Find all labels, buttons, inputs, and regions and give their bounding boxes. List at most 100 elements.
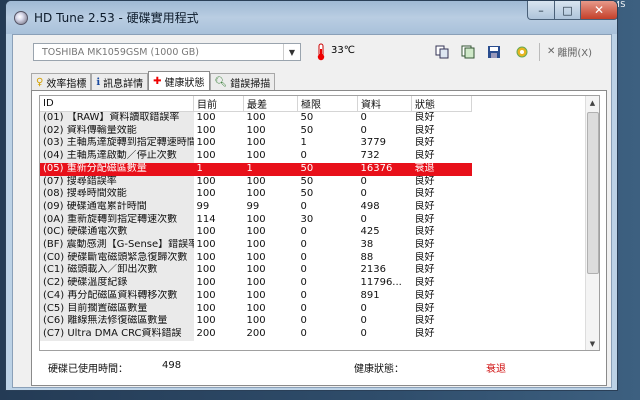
attr-data: 891: [360, 289, 380, 301]
scroll-down-icon[interactable]: ▼: [586, 337, 599, 350]
app-icon: [14, 11, 28, 25]
table-row[interactable]: (07) 搜尋錯誤率 100 100 50 0 良好: [40, 175, 472, 189]
col-header-threshold[interactable]: 極限: [297, 96, 358, 112]
attr-current: 100: [196, 289, 216, 301]
attr-status: 良好: [414, 213, 435, 225]
tab-health[interactable]: ✚ 健康狀態: [148, 71, 210, 90]
table-row[interactable]: (C0) 硬碟斷電磁頭緊急復歸次數 100 100 0 88 良好: [40, 251, 472, 265]
exit-button[interactable]: ✕ 離開(X): [547, 44, 592, 59]
table-row[interactable]: (C6) 離線無法修復磁區數量 100 100 0 0 良好: [40, 315, 472, 328]
attr-data: 425: [360, 226, 380, 238]
tab-label: 訊息詳情: [103, 78, 144, 90]
table-row[interactable]: (C7) Ultra DMA CRC資料錯誤 200 200 0 0 良好: [40, 327, 472, 341]
attr-current: 200: [196, 327, 216, 339]
attr-worst: 100: [246, 112, 266, 123]
attr-name: (09) 硬碟通電累計時間: [40, 200, 194, 214]
col-header-id[interactable]: ID: [40, 96, 194, 112]
title-bar[interactable]: HD Tune 2.53 - 硬碟實用程式 – □ ✕: [6, 1, 617, 34]
attr-status: 良好: [414, 315, 435, 327]
copy-all-icon[interactable]: [461, 45, 475, 59]
attr-current: 100: [196, 315, 216, 327]
attr-status: 良好: [414, 124, 435, 136]
attr-worst: 100: [246, 150, 266, 162]
tab-benchmark[interactable]: ♀ 效率指標: [31, 73, 92, 90]
maximize-button[interactable]: □: [554, 1, 581, 20]
table-row[interactable]: (01) 【RAW】資料讀取錯誤率 100 100 50 0 良好: [40, 111, 472, 125]
attr-current: 100: [196, 188, 216, 200]
attr-data: 11796...: [360, 277, 402, 289]
attr-worst: 100: [246, 251, 266, 263]
lightbulb-icon: ♀: [36, 76, 44, 88]
attr-status: 良好: [414, 264, 435, 276]
attr-data: 16376: [357, 162, 412, 176]
col-header-data[interactable]: 資料: [357, 96, 412, 112]
col-header-worst[interactable]: 最差: [243, 96, 298, 112]
attr-status: 衰退: [411, 162, 472, 176]
save-icon[interactable]: [487, 45, 501, 59]
drive-select-value: TOSHIBA MK1059GSM (1000 GB): [42, 46, 199, 58]
table-row[interactable]: (02) 資料傳輸量效能 100 100 50 0 良好: [40, 124, 472, 138]
health-panel: ID 目前 最差 極限 資料 狀態 (01) 【RAW】資料讀取錯誤率 100 10…: [31, 90, 607, 386]
window-title: HD Tune 2.53 - 硬碟實用程式: [34, 11, 199, 25]
attr-data: 0: [360, 175, 367, 187]
smart-table: ID 目前 最差 極限 資料 狀態 (01) 【RAW】資料讀取錯誤率 100 10…: [40, 96, 472, 341]
toolbar: TOSHIBA MK1059GSM (1000 GB) ▼ 33℃ ✕ 離開(X…: [13, 35, 611, 69]
attr-current: 99: [196, 200, 210, 212]
table-row[interactable]: (05) 重新分配磁區數量 1 1 50 16376 衰退: [40, 162, 472, 176]
attr-name: (C5) 目前擱置磁區數量: [40, 302, 194, 316]
attr-threshold: 0: [300, 302, 307, 314]
table-row[interactable]: (C4) 再分配磁區資料轉移次數 100 100 0 891 良好: [40, 289, 472, 303]
attr-status: 良好: [414, 226, 435, 238]
scrollbar-thumb[interactable]: [587, 112, 599, 274]
attr-worst: 100: [246, 213, 266, 225]
tab-info[interactable]: ℹ 訊息詳情: [91, 73, 149, 90]
table-row[interactable]: (0C) 硬碟通電次數 100 100 0 425 良好: [40, 226, 472, 240]
table-row[interactable]: (03) 主軸馬達旋轉到指定轉速時間 100 100 1 3779 良好: [40, 137, 472, 151]
attr-name: (C6) 離線無法修復磁區數量: [40, 315, 194, 328]
chevron-down-icon[interactable]: ▼: [283, 44, 300, 60]
attr-threshold: 50: [297, 162, 358, 176]
attr-data: 0: [360, 302, 367, 314]
table-row[interactable]: (BF) 震動感測【G-Sense】錯誤率 100 100 0 38 良好: [40, 239, 472, 252]
table-row[interactable]: (04) 主軸馬達啟動／停止次數 100 100 0 732 良好: [40, 150, 472, 163]
attr-worst: 100: [246, 124, 266, 136]
attr-name: (05) 重新分配磁區數量: [40, 162, 194, 176]
close-button[interactable]: ✕: [580, 1, 617, 20]
attr-threshold: 50: [300, 124, 314, 136]
tab-label: 錯誤掃描: [230, 78, 271, 90]
scroll-up-icon[interactable]: ▲: [586, 96, 599, 109]
attr-current: 114: [196, 213, 216, 225]
tab-label: 健康狀態: [164, 77, 205, 89]
attr-status: 良好: [414, 302, 435, 314]
copy-icon[interactable]: [435, 45, 449, 59]
attr-worst: 100: [246, 239, 266, 251]
tab-error-scan[interactable]: 🔍︎ 錯誤掃描: [209, 73, 276, 90]
attr-status: 良好: [414, 200, 435, 212]
attr-name: (01) 【RAW】資料讀取錯誤率: [40, 111, 194, 125]
minimize-button[interactable]: –: [527, 1, 555, 20]
attr-threshold: 50: [300, 112, 314, 123]
table-row[interactable]: (09) 硬碟通電累計時間 99 99 0 498 良好: [40, 200, 472, 214]
attr-status: 良好: [414, 327, 435, 339]
table-row[interactable]: (C2) 硬碟溫度紀錄 100 100 0 11796... 良好: [40, 277, 472, 290]
exit-icon: ✕: [547, 46, 556, 57]
attr-data: 0: [360, 213, 367, 225]
attr-worst: 100: [246, 137, 266, 149]
attr-threshold: 0: [300, 264, 307, 276]
attr-threshold: 50: [300, 175, 314, 187]
options-icon[interactable]: [515, 45, 529, 59]
table-row[interactable]: (08) 搜尋時間效能 100 100 50 0 良好: [40, 188, 472, 201]
table-row[interactable]: (C1) 磁頭載入／卸出次數 100 100 0 2136 良好: [40, 264, 472, 278]
table-row[interactable]: (0A) 重新旋轉到指定轉速次數 114 100 30 0 良好: [40, 213, 472, 227]
exit-label: 離開(X): [557, 48, 593, 59]
attr-name: (07) 搜尋錯誤率: [40, 175, 194, 189]
attr-worst: 200: [246, 327, 266, 339]
col-header-current[interactable]: 目前: [193, 96, 244, 112]
smart-table-container: ID 目前 最差 極限 資料 狀態 (01) 【RAW】資料讀取錯誤率 100 10…: [39, 95, 600, 351]
col-header-status[interactable]: 狀態: [411, 96, 472, 112]
attr-name: (C0) 硬碟斷電磁頭緊急復歸次數: [40, 251, 194, 265]
drive-select[interactable]: TOSHIBA MK1059GSM (1000 GB) ▼: [33, 43, 301, 61]
table-row[interactable]: (C5) 目前擱置磁區數量 100 100 0 0 良好: [40, 302, 472, 316]
vertical-scrollbar[interactable]: ▲ ▼: [585, 96, 599, 350]
attr-data: 2136: [360, 264, 386, 276]
